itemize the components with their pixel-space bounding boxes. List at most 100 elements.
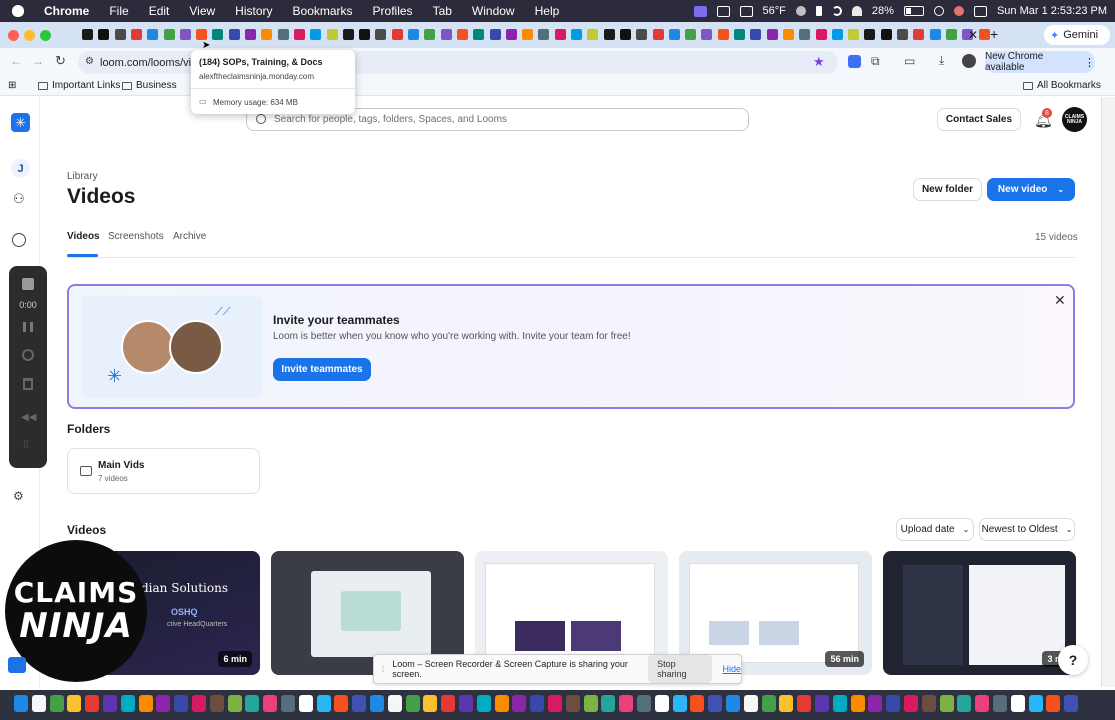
cast-icon[interactable]: ▭ [904, 54, 915, 68]
dock-app-icon[interactable] [227, 695, 242, 712]
tab-favicon-icon[interactable] [261, 29, 273, 40]
dock-app-icon[interactable] [743, 695, 758, 712]
zoom-window-icon[interactable] [40, 30, 51, 41]
camera-bubble-icon[interactable] [8, 657, 26, 673]
tab-favicon-icon[interactable] [440, 29, 452, 40]
tab-favicon-icon[interactable] [864, 29, 876, 40]
tab-favicon-icon[interactable] [473, 29, 485, 40]
weather-temperature[interactable]: 56°F [763, 5, 786, 17]
tab-videos[interactable]: Videos [67, 231, 100, 242]
apps-grid-icon[interactable]: ⊞ [8, 80, 16, 91]
video-thumbnail[interactable]: 3 m [883, 551, 1076, 675]
pause-icon[interactable] [23, 322, 33, 332]
tab-archive[interactable]: Archive [173, 231, 206, 242]
new-video-button[interactable]: New video ⌄ [987, 178, 1075, 201]
loom-logo-icon[interactable]: ✳ [11, 113, 30, 132]
site-info-icon[interactable]: ⚙ [85, 56, 94, 67]
tab-favicon-icon[interactable] [685, 29, 697, 40]
stop-record-icon[interactable] [22, 278, 34, 290]
dock-app-icon[interactable] [993, 695, 1007, 712]
dock-app-icon[interactable] [281, 695, 295, 712]
tab-favicon-icon[interactable] [456, 29, 468, 40]
add-user-icon[interactable]: ⚇ [13, 191, 25, 207]
tab-favicon-icon[interactable] [880, 29, 892, 40]
dock-app-icon[interactable] [779, 695, 794, 712]
menu-history[interactable]: History [225, 4, 282, 18]
dock-app-icon[interactable] [1046, 695, 1061, 712]
profile-avatar[interactable] [962, 54, 976, 68]
dock-app-icon[interactable] [832, 695, 847, 712]
kebab-menu-icon[interactable]: ⋮ [1084, 56, 1095, 69]
dock-app-icon[interactable] [583, 695, 598, 712]
dock-app-icon[interactable] [334, 695, 349, 712]
contact-sales-button[interactable]: Contact Sales [937, 108, 1021, 131]
dock-app-icon[interactable] [156, 695, 171, 712]
dock-app-icon[interactable] [619, 695, 634, 712]
close-tab-icon[interactable]: ✕ [968, 28, 978, 42]
menu-edit[interactable]: Edit [139, 4, 180, 18]
dock-app-icon[interactable] [405, 695, 420, 712]
stats-icon[interactable] [716, 5, 730, 17]
dock-app-icon[interactable] [263, 695, 278, 712]
dock-app-icon[interactable] [245, 695, 260, 712]
tab-favicon-icon[interactable] [799, 29, 811, 40]
dock-app-icon[interactable] [31, 695, 46, 712]
menu-tab[interactable]: Tab [423, 4, 462, 18]
tab-favicon-icon[interactable] [212, 29, 224, 40]
download-icon[interactable]: ⤓ [939, 53, 944, 68]
tab-favicon-icon[interactable] [652, 29, 664, 40]
bookmark-business[interactable]: Business [122, 80, 177, 91]
search-icon[interactable] [933, 6, 944, 16]
stop-sharing-button[interactable]: Stop sharing [648, 655, 713, 683]
tab-favicon-icon[interactable] [408, 29, 419, 40]
dock-app-icon[interactable] [192, 695, 206, 712]
tab-favicon-icon[interactable] [359, 29, 371, 40]
menu-app-name[interactable]: Chrome [34, 4, 99, 18]
tab-favicon-icon[interactable] [929, 29, 941, 40]
menu-bookmarks[interactable]: Bookmarks [283, 4, 363, 18]
tab-favicon-icon[interactable] [489, 29, 501, 40]
help-button[interactable]: ? [1058, 645, 1088, 675]
tab-favicon-icon[interactable] [734, 29, 745, 40]
dock-app-icon[interactable] [975, 695, 990, 712]
tab-favicon-icon[interactable] [293, 29, 305, 40]
control-center-icon[interactable] [973, 5, 987, 17]
dock-app-icon[interactable] [530, 695, 545, 712]
tab-favicon-icon[interactable] [815, 29, 827, 40]
tab-favicon-icon[interactable] [82, 29, 93, 40]
breadcrumb[interactable]: Library [67, 171, 98, 182]
tab-screenshots[interactable]: Screenshots [108, 231, 164, 242]
tab-favicon-icon[interactable] [897, 29, 908, 40]
close-window-icon[interactable] [8, 30, 19, 41]
dock-app-icon[interactable] [797, 695, 812, 712]
tab-favicon-icon[interactable] [587, 29, 599, 40]
tab-favicon-icon[interactable] [277, 29, 289, 40]
close-banner-icon[interactable]: ✕ [1054, 292, 1066, 309]
tab-favicon-icon[interactable] [326, 29, 338, 40]
camera-icon[interactable] [739, 5, 753, 17]
focus-icon[interactable] [795, 6, 806, 16]
dock-app-icon[interactable] [904, 695, 918, 712]
tab-favicon-icon[interactable] [978, 29, 990, 40]
dock-app-icon[interactable] [209, 695, 224, 712]
tab-favicon-icon[interactable] [701, 29, 713, 40]
tab-favicon-icon[interactable] [848, 29, 860, 40]
dock-app-icon[interactable] [49, 695, 64, 712]
tab-favicon-icon[interactable] [179, 29, 191, 40]
tab-favicon-icon[interactable] [766, 29, 778, 40]
dock-app-icon[interactable] [1028, 695, 1043, 712]
tab-favicon-icon[interactable] [391, 29, 403, 40]
dock-app-icon[interactable] [939, 695, 954, 712]
minimize-window-icon[interactable] [24, 30, 35, 41]
new-tab-icon[interactable]: + [990, 26, 998, 42]
tab-favicon-icon[interactable] [424, 29, 436, 40]
invite-teammates-button[interactable]: Invite teammates [273, 358, 371, 381]
tab-favicon-icon[interactable] [114, 29, 126, 40]
new-chrome-available-button[interactable]: New Chrome available ⋮ [985, 51, 1095, 73]
dock-app-icon[interactable] [815, 695, 829, 712]
dock-app-icon[interactable] [387, 695, 402, 712]
dock-app-icon[interactable] [921, 695, 936, 712]
bluetooth-icon[interactable] [815, 6, 822, 16]
dock-app-icon[interactable] [548, 695, 562, 712]
folder-card[interactable]: Main Vids 7 videos [67, 448, 260, 494]
